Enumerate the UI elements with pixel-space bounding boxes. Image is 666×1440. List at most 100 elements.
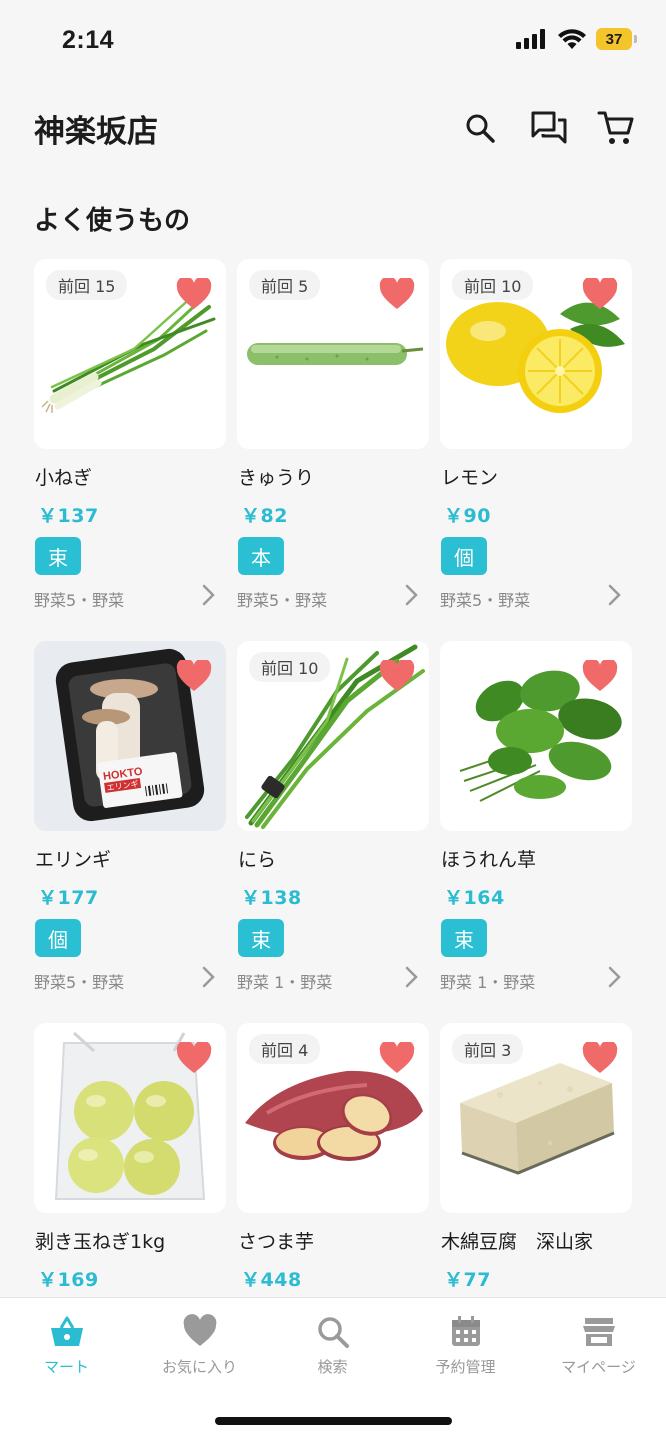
last-purchase-badge: 前回 10 <box>452 270 534 300</box>
product-price: ￥82 <box>241 505 288 527</box>
wifi-icon <box>558 29 586 49</box>
status-icons: 37 <box>516 28 637 50</box>
nav-item-mypage[interactable]: マイページ <box>532 1314 665 1378</box>
product-price: ￥448 <box>241 1269 302 1291</box>
unit-badge[interactable]: 束 <box>35 537 81 575</box>
product-card[interactable]: 前回 4 さつま芋 ￥448 <box>237 1023 429 1291</box>
cart-button[interactable] <box>596 108 636 148</box>
page-title: 神楽坂店 <box>34 114 158 150</box>
store-icon <box>582 1318 615 1346</box>
product-price: ￥164 <box>444 887 505 909</box>
chevron-right-icon[interactable] <box>606 965 624 989</box>
favorite-heart-icon[interactable] <box>379 1042 415 1074</box>
product-price: ￥77 <box>444 1269 491 1291</box>
basket-icon <box>50 1316 83 1346</box>
product-image: 前回 10 <box>440 259 632 449</box>
calendar-icon <box>451 1316 480 1346</box>
cart-icon <box>597 111 634 144</box>
product-category: 野菜5・野菜 <box>440 591 531 610</box>
nav-label: マイページ <box>561 1358 636 1376</box>
product-category: 野菜 1・野菜 <box>237 973 333 992</box>
product-image: 前回 10 <box>237 641 429 831</box>
unit-badge[interactable]: 個 <box>35 919 81 957</box>
unit-badge[interactable]: 個 <box>441 537 487 575</box>
product-price: ￥169 <box>38 1269 99 1291</box>
favorite-heart-icon[interactable] <box>176 660 212 692</box>
favorite-heart-icon[interactable] <box>582 1042 618 1074</box>
product-price: ￥90 <box>444 505 491 527</box>
favorite-heart-icon[interactable] <box>379 278 415 310</box>
last-purchase-badge: 前回 15 <box>46 270 128 300</box>
battery-indicator: 37 <box>596 28 637 50</box>
product-name: きゅうり <box>238 467 315 489</box>
chevron-right-icon[interactable] <box>606 583 624 607</box>
unit-badge[interactable]: 束 <box>441 919 487 957</box>
product-image: HOKTO エリンギ <box>34 641 226 831</box>
status-bar: 2:14 37 <box>0 0 666 84</box>
home-indicator[interactable] <box>215 1417 452 1425</box>
product-image <box>34 1023 226 1213</box>
nav-item-search[interactable]: 検索 <box>266 1314 399 1378</box>
product-image: 前回 15 <box>34 259 226 449</box>
heart-icon <box>183 1314 216 1346</box>
search-icon <box>466 114 495 143</box>
signal-icon <box>516 29 545 49</box>
search-button[interactable] <box>460 108 500 148</box>
search-icon <box>317 1317 349 1348</box>
unit-badge[interactable]: 本 <box>238 537 284 575</box>
product-card[interactable]: ほうれん草 ￥164 束 野菜 1・野菜 <box>440 641 632 992</box>
chevron-right-icon[interactable] <box>200 965 218 989</box>
chevron-right-icon[interactable] <box>403 965 421 989</box>
nav-item-mart[interactable]: マート <box>0 1314 133 1378</box>
last-purchase-badge: 前回 5 <box>249 270 321 300</box>
favorite-heart-icon[interactable] <box>582 278 618 310</box>
product-name: エリンギ <box>35 849 112 871</box>
product-category: 野菜5・野菜 <box>34 591 125 610</box>
product-price: ￥137 <box>38 505 99 527</box>
product-name: レモン <box>441 467 499 489</box>
favorite-heart-icon[interactable] <box>379 660 415 692</box>
product-name: にら <box>238 849 277 871</box>
nav-item-favorites[interactable]: お気に入り <box>133 1314 266 1378</box>
section-title: よく使うもの <box>34 206 191 236</box>
product-image: 前回 3 <box>440 1023 632 1213</box>
product-name: 木綿豆腐 深山家 <box>441 1231 594 1253</box>
last-purchase-badge: 前回 10 <box>249 652 331 682</box>
nav-label: 検索 <box>317 1358 348 1376</box>
product-image: 前回 5 <box>237 259 429 449</box>
favorite-heart-icon[interactable] <box>176 1042 212 1074</box>
product-category: 野菜 1・野菜 <box>440 973 536 992</box>
product-name: ほうれん草 <box>441 849 537 871</box>
product-name: 剥き玉ねぎ1kg <box>35 1231 166 1253</box>
unit-badge[interactable]: 束 <box>238 919 284 957</box>
last-purchase-badge: 前回 4 <box>249 1034 321 1064</box>
product-card[interactable]: 前回 15 小ねぎ ￥137 束 野菜5・野菜 <box>34 259 226 610</box>
product-price: ￥138 <box>241 887 302 909</box>
nav-label: マート <box>43 1358 89 1376</box>
chevron-right-icon[interactable] <box>200 583 218 607</box>
last-purchase-badge: 前回 3 <box>452 1034 524 1064</box>
product-card[interactable]: 剥き玉ねぎ1kg ￥169 <box>34 1023 226 1291</box>
nav-item-reservations[interactable]: 予約管理 <box>399 1314 532 1378</box>
product-card[interactable]: 前回 10 にら ￥138 束 野菜 1・野菜 <box>237 641 429 992</box>
chevron-right-icon[interactable] <box>403 583 421 607</box>
status-time: 2:14 <box>62 26 115 54</box>
product-price: ￥177 <box>38 887 99 909</box>
product-image <box>440 641 632 831</box>
product-category: 野菜5・野菜 <box>237 591 328 610</box>
product-name: さつま芋 <box>238 1231 315 1253</box>
product-card[interactable]: 前回 5 きゅうり ￥82 本 野菜5・野菜 <box>237 259 429 610</box>
product-image: 前回 4 <box>237 1023 429 1213</box>
favorite-heart-icon[interactable] <box>176 278 212 310</box>
nav-label: お気に入り <box>161 1358 237 1376</box>
nav-label: 予約管理 <box>435 1358 496 1376</box>
header: 神楽坂店 <box>0 84 666 174</box>
product-card[interactable]: 前回 10 レモン ￥90 個 野菜5・野菜 <box>440 259 632 610</box>
product-card[interactable]: HOKTO エリンギ エリンギ ￥177 個 野菜5・野菜 <box>34 641 226 992</box>
chat-icon <box>531 111 567 144</box>
product-category: 野菜5・野菜 <box>34 973 125 992</box>
chat-button[interactable] <box>529 108 569 148</box>
favorite-heart-icon[interactable] <box>582 660 618 692</box>
product-name: 小ねぎ <box>35 467 93 489</box>
product-card[interactable]: 前回 3 木綿豆腐 深山家 ￥77 <box>440 1023 632 1291</box>
